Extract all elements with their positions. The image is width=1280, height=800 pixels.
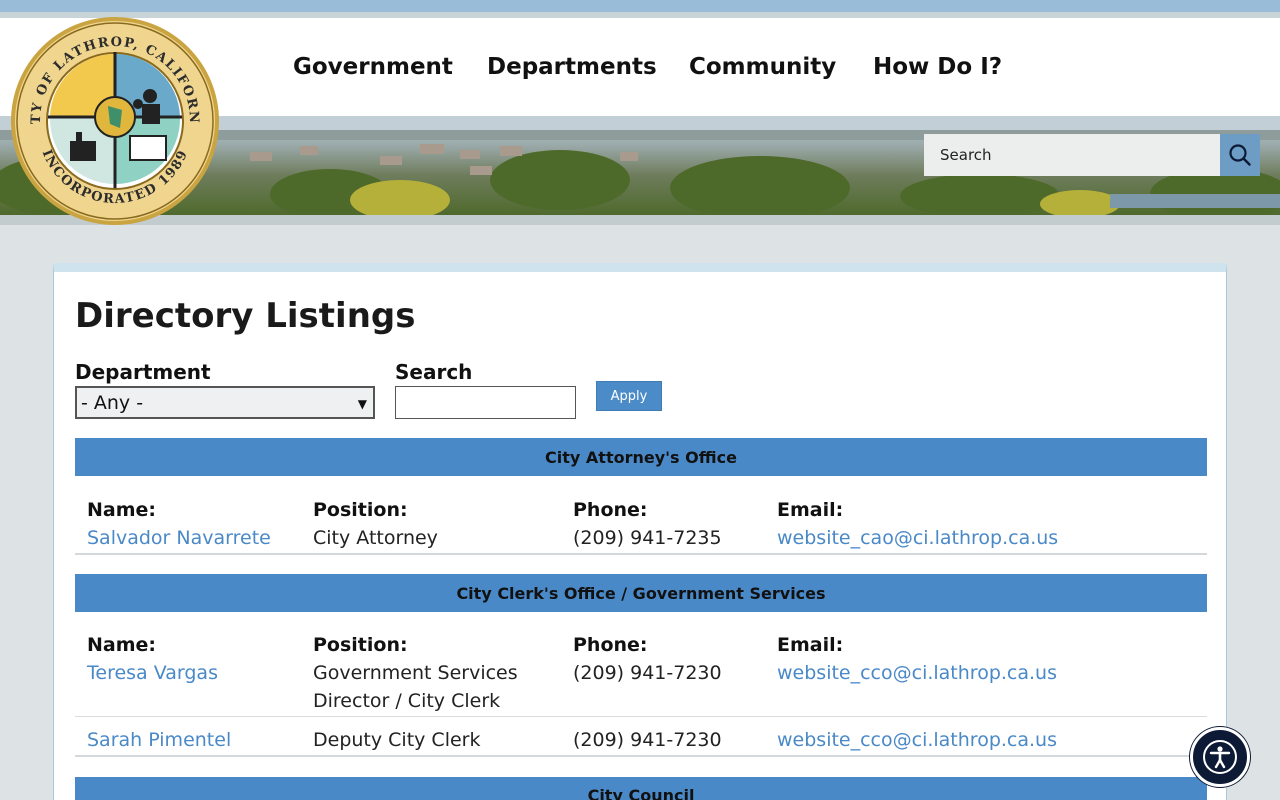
person-position: City Attorney — [313, 527, 438, 549]
group-header-city-attorney: City Attorney's Office — [75, 438, 1207, 476]
column-header-position: Position: — [313, 634, 408, 656]
city-seal-logo[interactable]: CITY OF LATHROP, CALIFORNIA INCORPORATED… — [10, 16, 220, 226]
person-name-link[interactable]: Salvador Navarrete — [87, 524, 271, 552]
group-header-city-council: City Council — [75, 777, 1207, 800]
page-title: Directory Listings — [75, 296, 416, 336]
accessibility-button[interactable] — [1190, 727, 1250, 787]
person-position: Deputy City Clerk — [313, 729, 481, 751]
column-header-position: Position: — [313, 499, 408, 521]
department-label: Department — [75, 360, 211, 384]
person-position-line2: Director / City Clerk — [313, 690, 501, 712]
person-position-line1: Government Services — [313, 662, 518, 684]
row-divider — [75, 716, 1207, 717]
column-header-email: Email: — [777, 499, 844, 521]
department-select-value: - Any - — [81, 391, 144, 414]
directory-panel: Directory Listings Department - Any - ▼ … — [53, 263, 1227, 800]
column-header-phone: Phone: — [573, 499, 648, 521]
apply-button[interactable]: Apply — [596, 381, 662, 411]
column-header-name: Name: — [87, 499, 157, 521]
site-search-input[interactable] — [924, 134, 1220, 176]
directory-search-input[interactable] — [395, 386, 576, 419]
nav-departments[interactable]: Departments — [487, 54, 657, 80]
top-color-strip — [0, 0, 1280, 12]
group-header-city-clerk: City Clerk's Office / Government Service… — [75, 574, 1207, 612]
site-search-button[interactable] — [1220, 134, 1260, 176]
nav-government[interactable]: Government — [293, 54, 453, 80]
person-phone: (209) 941-7230 — [573, 662, 722, 684]
column-header-name: Name: — [87, 634, 157, 656]
magnifier-icon — [1229, 144, 1251, 166]
nav-how-do-i[interactable]: How Do I? — [873, 54, 1002, 80]
person-phone: (209) 941-7230 — [573, 729, 722, 751]
nav-community[interactable]: Community — [689, 54, 836, 80]
chevron-down-icon: ▼ — [357, 397, 367, 411]
row-divider — [75, 755, 1207, 757]
site-search — [924, 134, 1260, 176]
column-header-email: Email: — [777, 634, 844, 656]
person-email-link[interactable]: website_cco@ci.lathrop.ca.us — [777, 659, 1057, 687]
person-name-link[interactable]: Teresa Vargas — [87, 659, 218, 687]
person-email-link[interactable]: website_cao@ci.lathrop.ca.us — [777, 524, 1058, 552]
accessibility-person-icon — [1203, 740, 1237, 774]
person-email-link[interactable]: website_cco@ci.lathrop.ca.us — [777, 726, 1057, 754]
person-name-link[interactable]: Sarah Pimentel — [87, 726, 231, 754]
row-divider — [75, 553, 1207, 555]
search-label: Search — [395, 360, 473, 384]
person-phone: (209) 941-7235 — [573, 527, 722, 549]
department-select[interactable]: - Any - ▼ — [75, 386, 375, 419]
column-header-phone: Phone: — [573, 634, 648, 656]
